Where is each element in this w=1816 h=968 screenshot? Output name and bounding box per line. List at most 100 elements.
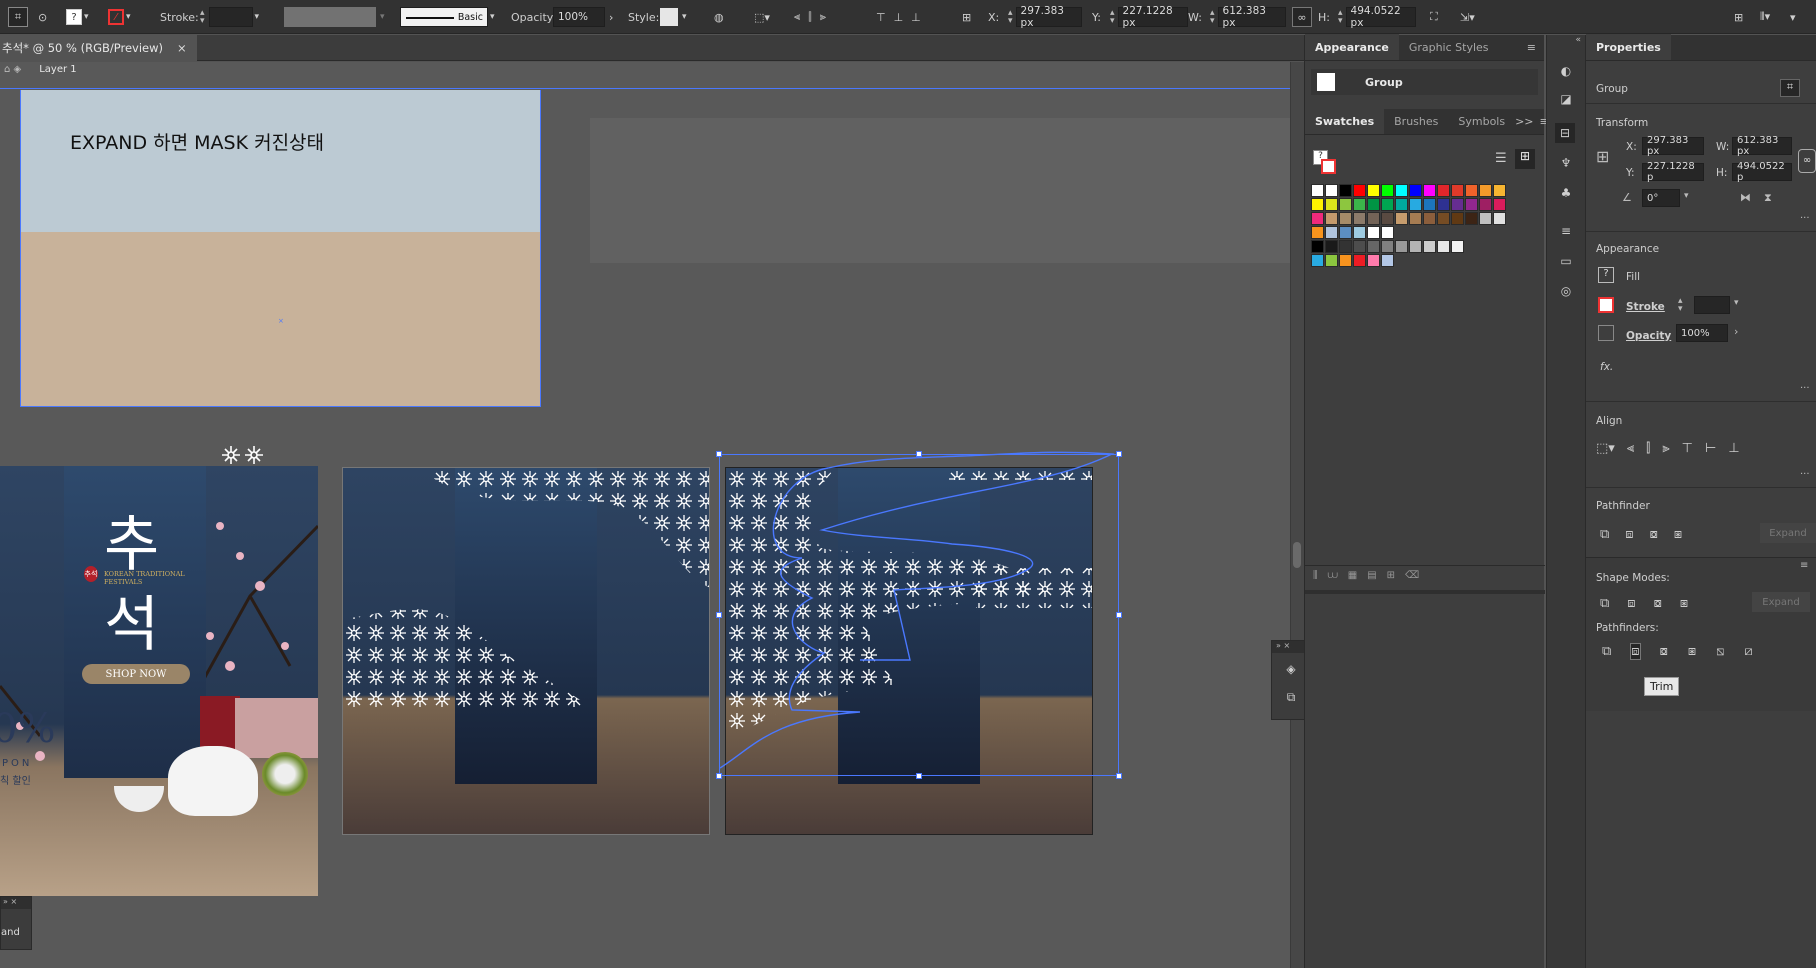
layers-icon[interactable]: ◈ [1281,659,1301,679]
brush-dropdown[interactable]: Basic ▾ [400,0,495,34]
swatch[interactable] [1353,184,1366,197]
swatch[interactable] [1423,212,1436,225]
variable-width-dropdown[interactable]: ▾ [284,0,385,34]
align-buttons[interactable]: ⫷⫿⫸ [794,0,834,34]
poster-left[interactable]: 추 석 추석 KOREAN TRADITIONAL FESTIVALS SHOP… [0,466,318,896]
shape-modes-row[interactable]: ⧉ ⧈ ⧇ ⧆ [1600,596,1688,611]
swatch[interactable] [1367,212,1380,225]
swatch-delete-icon[interactable]: ⌫ [1405,570,1419,581]
divide-icon[interactable]: ⧉ [1602,644,1611,659]
valign-buttons[interactable]: ⊤⊥⊥ [876,0,929,34]
swatch[interactable] [1423,198,1436,211]
swatch[interactable] [1381,198,1394,211]
recolor-icon[interactable]: ◍ [714,0,724,34]
swatch[interactable] [1325,226,1338,239]
w-field[interactable]: ▴ ▾ 612.383 px [1210,0,1286,34]
swatch[interactable] [1367,226,1380,239]
poster-shop-button[interactable]: SHOP NOW [82,664,190,684]
tab-symbols[interactable]: Symbols [1448,108,1515,134]
swatch[interactable] [1311,226,1324,239]
stroke-panel-icon[interactable]: ≡ [1556,221,1576,241]
swatch[interactable] [1409,212,1422,225]
arrange-documents-icon[interactable]: ⊞ [1734,0,1743,34]
transform-again-icon[interactable]: ⇲▾ [1460,0,1475,34]
outline-icon[interactable]: ⧅ [1716,644,1724,659]
swatch[interactable] [1465,212,1478,225]
swatch[interactable] [1367,240,1380,253]
align-top-icon[interactable]: ⊤ [1682,441,1693,456]
swatch[interactable] [1423,184,1436,197]
gradient-panel-icon[interactable]: ▭ [1556,251,1576,271]
swatch-options-icon[interactable]: ▦ [1348,570,1357,581]
align-bottom-icon[interactable]: ⊥ [1728,441,1739,456]
align-vcenter-icon[interactable]: ⊢ [1705,441,1716,456]
handle-tm[interactable] [916,451,922,457]
stroke-swatch[interactable]: ⁄ ▾ [108,0,131,34]
swatch[interactable] [1479,198,1492,211]
swatch[interactable] [1325,240,1338,253]
canvas[interactable]: EXPAND 하면 MASK 커진상태 × 추 석 추석 KOREAN TRAD… [0,62,1290,968]
appearance-object-row[interactable]: Group [1311,69,1538,95]
swatch[interactable] [1325,198,1338,211]
shape-unite-icon[interactable]: ⧉ [1600,596,1609,611]
panel-menu-icon[interactable]: ≡ [1527,34,1536,60]
angle-field[interactable]: 0° [1642,189,1680,207]
swatch-new-icon[interactable]: ⊞ [1387,570,1395,581]
swatch[interactable] [1493,212,1506,225]
libraries-icon[interactable]: ⊟ [1555,123,1575,143]
swatch[interactable] [1311,184,1324,197]
swatch[interactable] [1381,212,1394,225]
swatch[interactable] [1395,240,1408,253]
angle-dropdown-icon[interactable]: ▾ [1684,191,1689,201]
artboards-icon[interactable]: ⧉ [1281,687,1301,707]
stroke-weight-dropdown[interactable]: ▾ [1734,298,1739,308]
style-swatch[interactable]: ▾ [660,0,687,34]
trim-icon[interactable]: ⧈ [1630,643,1641,660]
swatch[interactable] [1437,240,1450,253]
handle-bl[interactable] [716,773,722,779]
document-tab[interactable]: 추석* @ 50 % (RGB/Preview) × [0,35,197,61]
swatch[interactable] [1367,184,1380,197]
align-buttons-row[interactable]: ⬚▾ ⫷ ⫿ ⫸ ⊤ ⊢ ⊥ [1596,441,1740,456]
swatch[interactable] [1339,212,1352,225]
opacity-field-props[interactable]: 100% [1676,324,1728,342]
swatch[interactable] [1493,184,1506,197]
align-right-icon[interactable]: ⫸ [1662,441,1669,456]
close-icon[interactable]: × [177,41,187,55]
exclude-icon[interactable]: ⧆ [1674,527,1682,542]
transform-icon[interactable]: ⊞ [962,0,971,34]
color-guide-icon[interactable]: ◐ [1556,61,1576,81]
expand-button-2[interactable]: Expand [1752,592,1810,612]
tab-appearance[interactable]: Appearance [1305,34,1399,60]
swatch[interactable] [1465,198,1478,211]
isolate-group-icon[interactable]: ⛶ [1430,0,1438,34]
stroke-weight-stepper[interactable]: ▴ ▾ ▾ [200,0,259,34]
stroke-weight-field[interactable] [1694,296,1730,314]
reference-point-icon[interactable]: ⊞ [1596,147,1609,166]
more-options-icon[interactable]: ··· [1800,213,1810,224]
opacity-arrow-icon[interactable]: › [1734,325,1738,338]
intersect-icon[interactable]: ⧇ [1650,527,1658,542]
grid-view-icon[interactable]: ⊞ [1515,149,1535,169]
swatch-kind-icon[interactable]: ⩊ [1328,570,1338,581]
fx-icon[interactable]: fx. [1600,361,1613,373]
swatch[interactable] [1367,254,1380,267]
scroll-thumb[interactable] [1293,542,1301,568]
swatch[interactable] [1367,198,1380,211]
swatch[interactable] [1423,240,1436,253]
swatch[interactable] [1339,226,1352,239]
selection-icon[interactable]: ⌗ [8,0,28,34]
more-options-icon-2[interactable]: ··· [1800,383,1810,394]
stroke-link[interactable]: Stroke [1626,301,1665,313]
opacity-field[interactable]: 100% › [553,0,613,34]
handle-ml[interactable] [716,612,722,618]
swatch-library-icon[interactable]: ⫼ [1313,570,1318,581]
swatch[interactable] [1395,184,1408,197]
prop-x-field[interactable]: 297.383 px [1642,135,1704,157]
expand-button-1[interactable]: Expand [1760,523,1816,543]
swatch[interactable] [1381,226,1394,239]
swatch[interactable] [1353,254,1366,267]
swatch-folder-icon[interactable]: ▤ [1367,570,1376,581]
swatch[interactable] [1311,254,1324,267]
tab-graphic-styles[interactable]: Graphic Styles [1399,34,1499,60]
